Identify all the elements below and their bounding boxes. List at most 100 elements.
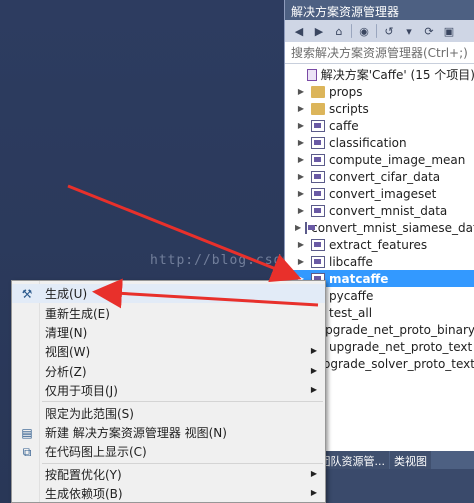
menu-item-label: 分析(Z) [45, 364, 87, 379]
tree-item[interactable]: ▶ scripts [285, 100, 474, 117]
new-view-icon: ▤ [21, 425, 33, 440]
context-menu: ⚒ 生成(U) 重新生成(E) 清理(N) 视图(W) ▶ 分析(Z) ▶ 仅用于项目(J) ▶ 限… [11, 280, 326, 503]
project-icon [311, 136, 325, 149]
folder-icon [311, 102, 325, 115]
project-icon [311, 153, 325, 166]
expand-arrow-icon[interactable]: ▶ [295, 240, 307, 249]
bottom-tab[interactable]: 团队资源管... [315, 451, 389, 469]
expand-arrow-icon[interactable]: ▶ [295, 121, 307, 130]
menu-item-label: 视图(W) [45, 345, 91, 360]
tree-item-label: classification [329, 135, 407, 150]
tree-item-label: upgrade_solver_proto_text [315, 356, 474, 371]
menu-item-label: 仅用于项目(J) [45, 384, 118, 399]
solution-icon [306, 68, 317, 81]
project-icon [311, 238, 325, 251]
submenu-arrow-icon: ▶ [310, 384, 317, 394]
build-icon: ⚒ [21, 287, 33, 301]
expand-arrow-icon[interactable]: ▶ [295, 155, 307, 164]
tree-item-label: caffe [329, 118, 359, 133]
panel-title: 解决方案资源管理器 [285, 0, 474, 20]
tree-item-label: pycaffe [329, 288, 374, 303]
collapse-icon[interactable]: ▣ [441, 23, 457, 39]
tree-item[interactable]: ▶ compute_image_mean [285, 151, 474, 168]
menu-item[interactable]: 生成依赖项(B) ▶ [12, 484, 325, 503]
tree-item-label: convert_mnist_data [329, 203, 448, 218]
expand-arrow-icon[interactable]: ▶ [295, 223, 301, 232]
watermark: http://blog.csdn [150, 253, 292, 268]
tree-item-label: convert_imageset [329, 186, 437, 201]
bottom-tab[interactable]: 类视图 [390, 451, 431, 469]
expand-arrow-icon[interactable]: ▶ [295, 87, 307, 96]
expand-arrow-icon[interactable]: ▶ [295, 257, 307, 266]
tree-item[interactable]: ▶ caffe [285, 117, 474, 134]
history-icon[interactable]: ↺ [381, 23, 397, 39]
tree-item-label: convert_mnist_siamese_data [311, 220, 474, 235]
menu-item[interactable]: ⧉ 在代码图上显示(C) [12, 442, 325, 461]
menu-item-label: 生成依赖项(B) [45, 487, 123, 502]
menu-separator [42, 401, 323, 403]
menu-item[interactable]: 重新生成(E) [12, 303, 325, 322]
tree-item[interactable]: ▶ convert_mnist_siamese_data [285, 219, 474, 236]
forward-icon[interactable]: ▶ [311, 23, 327, 39]
dropdown-icon[interactable]: ▾ [401, 23, 417, 39]
project-icon [311, 255, 325, 268]
menu-item-label: 重新生成(E) [45, 306, 110, 321]
expand-arrow-icon[interactable]: ▶ [295, 104, 307, 113]
expand-arrow-icon[interactable]: ▶ [295, 206, 307, 215]
submenu-arrow-icon: ▶ [310, 487, 317, 497]
menu-item-label: 生成(U) [45, 287, 88, 302]
tree-item-label: libcaffe [329, 254, 373, 269]
project-icon [311, 119, 325, 132]
toolbar-separator [351, 24, 352, 38]
search-placeholder: 搜索解决方案资源管理器(Ctrl+;) [291, 46, 468, 60]
project-icon [311, 187, 325, 200]
folder-icon [311, 85, 325, 98]
project-icon [305, 221, 316, 234]
tree-item-label: scripts [329, 101, 369, 116]
back-icon[interactable]: ◀ [291, 23, 307, 39]
tree-item[interactable]: ▶ extract_features [285, 236, 474, 253]
tree-item[interactable]: ▶ convert_imageset [285, 185, 474, 202]
tree-item-label: matcaffe [329, 271, 389, 286]
tree-item[interactable]: ▶ props [285, 83, 474, 100]
menu-item[interactable]: 限定为此范围(S) [12, 403, 325, 422]
panel-toolbar: ◀ ▶ ⌂ ◉ ↺ ▾ ⟳ ▣ [285, 20, 474, 42]
code-map-icon: ⧉ [22, 445, 32, 460]
menu-item[interactable]: 清理(N) [12, 323, 325, 342]
expand-arrow-icon[interactable]: ▶ [295, 189, 307, 198]
tree-item[interactable]: ▶ convert_mnist_data [285, 202, 474, 219]
vs-icon[interactable]: ◉ [356, 23, 372, 39]
expand-arrow-icon[interactable]: ▶ [295, 138, 307, 147]
menu-item[interactable]: 视图(W) ▶ [12, 342, 325, 361]
tree-item-label: props [329, 84, 363, 99]
submenu-arrow-icon: ▶ [310, 346, 317, 356]
menu-item[interactable]: ▤ 新建 解决方案资源管理器 视图(N) [12, 423, 325, 442]
tree-item[interactable]: ▶ classification [285, 134, 474, 151]
menu-item[interactable]: 仅用于项目(J) ▶ [12, 381, 325, 400]
solution-node[interactable]: 解决方案'Caffe' (15 个项目) [285, 66, 474, 83]
refresh-icon[interactable]: ⟳ [421, 23, 437, 39]
menu-item-label: 新建 解决方案资源管理器 视图(N) [45, 425, 227, 440]
menu-item[interactable]: 按配置优化(Y) ▶ [12, 465, 325, 484]
tree-item[interactable]: ▶ libcaffe [285, 253, 474, 270]
tree-item-label: upgrade_net_proto_binary [317, 322, 474, 337]
submenu-arrow-icon: ▶ [310, 468, 317, 478]
project-icon [311, 170, 325, 183]
tree-item-label: upgrade_net_proto_text [329, 339, 473, 354]
home-icon[interactable]: ⌂ [331, 23, 347, 39]
tree-item-label: compute_image_mean [329, 152, 466, 167]
menu-item-label: 清理(N) [45, 325, 88, 340]
tree-item-label: extract_features [329, 237, 428, 252]
menu-item[interactable]: 分析(Z) ▶ [12, 362, 325, 381]
menu-separator [42, 462, 323, 464]
tree-item-label: convert_cifar_data [329, 169, 441, 184]
menu-item-label: 按配置优化(Y) [45, 467, 122, 482]
toolbar-separator [376, 24, 377, 38]
expand-arrow-icon[interactable]: ▶ [295, 172, 307, 181]
project-icon [311, 204, 325, 217]
submenu-arrow-icon: ▶ [310, 365, 317, 375]
solution-label: 解决方案'Caffe' (15 个项目) [320, 68, 474, 82]
search-input[interactable]: 搜索解决方案资源管理器(Ctrl+;) [285, 42, 474, 64]
menu-item[interactable]: ⚒ 生成(U) [12, 284, 325, 304]
tree-item[interactable]: ▶ convert_cifar_data [285, 168, 474, 185]
